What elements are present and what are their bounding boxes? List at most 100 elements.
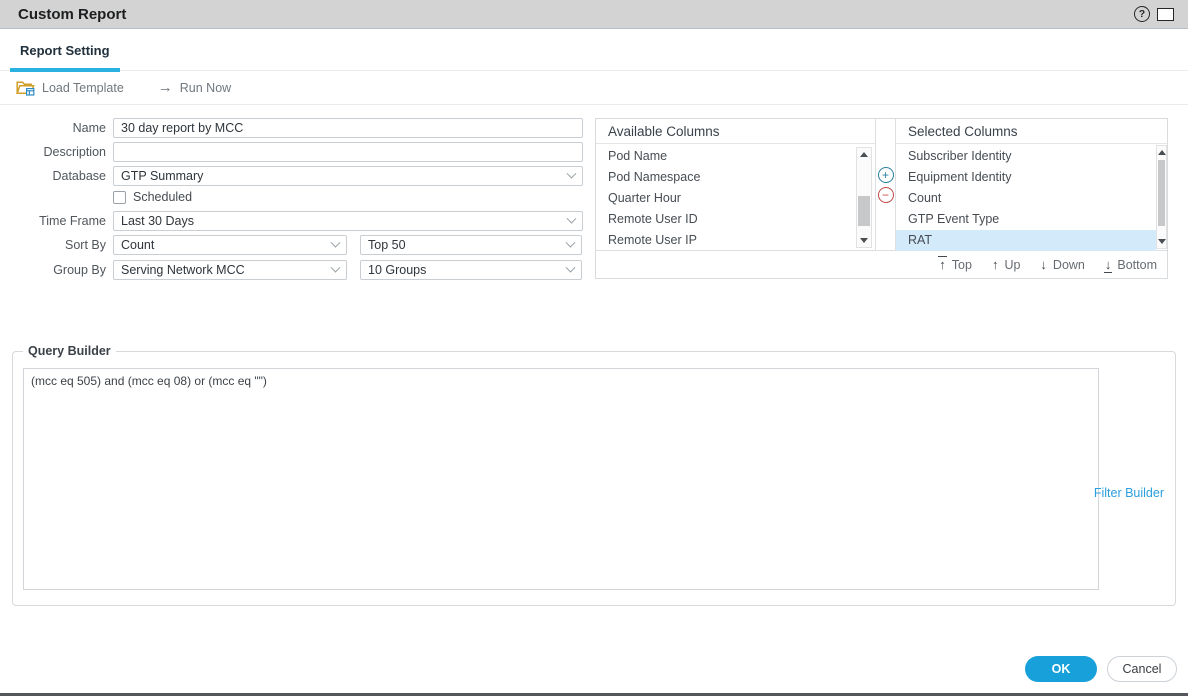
- group-by-limit-value: 10 Groups: [368, 263, 426, 277]
- list-item-selected[interactable]: RAT: [896, 230, 1156, 251]
- dialog-bottom-edge: [0, 693, 1188, 696]
- time-frame-row: Time Frame Last 30 Days: [0, 211, 583, 231]
- chevron-down-icon: [567, 168, 577, 178]
- description-row: Description: [0, 142, 583, 162]
- group-by-select[interactable]: Serving Network MCC: [113, 260, 347, 280]
- window-icon[interactable]: [1157, 8, 1174, 21]
- scroll-up-icon[interactable]: [860, 152, 868, 157]
- dialog-title: Custom Report: [18, 6, 126, 23]
- scheduled-label: Scheduled: [133, 190, 192, 204]
- sort-by-label: Sort By: [0, 238, 113, 252]
- list-item[interactable]: Subscriber Identity: [896, 146, 1156, 167]
- scroll-down-icon[interactable]: [1158, 239, 1166, 244]
- move-bottom-label: Bottom: [1117, 258, 1157, 272]
- column-transfer-controls: + −: [876, 119, 896, 250]
- name-label: Name: [0, 121, 113, 135]
- scroll-down-icon[interactable]: [860, 238, 868, 243]
- query-text: (mcc eq 505) and (mcc eq 08) or (mcc eq …: [31, 374, 267, 388]
- scheduled-checkbox[interactable]: [113, 191, 126, 204]
- reorder-toolbar: ↑ Top ↑ Up ↓ Down ↓ Bottom: [596, 250, 1167, 278]
- group-by-row: Group By Serving Network MCC 10 Groups: [0, 260, 582, 280]
- move-down-button[interactable]: ↓ Down: [1040, 256, 1084, 273]
- available-columns-scrollbar[interactable]: [856, 147, 872, 248]
- filter-builder-link[interactable]: Filter Builder: [1094, 486, 1164, 500]
- plus-circle-icon[interactable]: +: [878, 167, 894, 183]
- query-builder-legend: Query Builder: [23, 344, 116, 358]
- selected-columns-pane: Selected Columns Subscriber Identity Equ…: [896, 119, 1167, 250]
- titlebar: Custom Report ?: [0, 0, 1188, 29]
- selected-columns-list: Subscriber Identity Equipment Identity C…: [896, 144, 1167, 251]
- cancel-button[interactable]: Cancel: [1107, 656, 1177, 682]
- name-value: 30 day report by MCC: [121, 121, 243, 135]
- move-up-label: Up: [1004, 258, 1020, 272]
- minus-circle-icon[interactable]: −: [878, 187, 894, 203]
- load-template-button[interactable]: Load Template: [16, 80, 124, 96]
- run-now-button[interactable]: → Run Now: [158, 80, 231, 95]
- chevron-down-icon: [331, 262, 341, 272]
- move-down-label: Down: [1053, 258, 1085, 272]
- chevron-down-icon: [566, 262, 576, 272]
- scrollbar-thumb[interactable]: [1158, 160, 1165, 226]
- sort-by-value: Count: [121, 238, 154, 252]
- toolbar: Load Template → Run Now: [0, 71, 1188, 105]
- scheduled-row: Scheduled: [0, 190, 192, 204]
- chevron-down-icon: [331, 237, 341, 247]
- tab-report-setting-label: Report Setting: [20, 43, 110, 58]
- move-up-button[interactable]: ↑ Up: [992, 256, 1020, 273]
- sort-by-select[interactable]: Count: [113, 235, 347, 255]
- custom-report-dialog: Custom Report ? Report Setting Load Temp…: [0, 0, 1188, 700]
- help-glyph: ?: [1139, 8, 1145, 20]
- ok-button[interactable]: OK: [1025, 656, 1097, 682]
- group-by-limit-select[interactable]: 10 Groups: [360, 260, 582, 280]
- scroll-up-icon[interactable]: [1158, 150, 1166, 155]
- tab-bar: Report Setting: [0, 29, 1188, 71]
- chevron-down-icon: [566, 237, 576, 247]
- description-label: Description: [0, 145, 113, 159]
- scrollbar-thumb[interactable]: [858, 196, 870, 226]
- time-frame-select[interactable]: Last 30 Days: [113, 211, 583, 231]
- available-columns-list: Pod Name Pod Namespace Quarter Hour Remo…: [596, 144, 875, 251]
- move-top-button[interactable]: ↑ Top: [939, 256, 972, 273]
- help-icon[interactable]: ?: [1134, 6, 1150, 22]
- arrow-right-icon: →: [158, 80, 173, 95]
- sort-by-limit-value: Top 50: [368, 238, 406, 252]
- list-item[interactable]: Remote User IP: [596, 230, 875, 251]
- selected-columns-header: Selected Columns: [896, 119, 1167, 144]
- tab-report-setting[interactable]: Report Setting: [10, 43, 120, 70]
- arrow-to-top-icon: ↑: [939, 256, 946, 273]
- database-row: Database GTP Summary: [0, 166, 583, 186]
- sort-by-limit-select[interactable]: Top 50: [360, 235, 582, 255]
- available-columns-pane: Available Columns Pod Name Pod Namespace…: [596, 119, 876, 250]
- name-row: Name 30 day report by MCC: [0, 118, 583, 138]
- move-bottom-button[interactable]: ↓ Bottom: [1105, 256, 1157, 273]
- load-template-label: Load Template: [42, 81, 124, 95]
- sort-by-row: Sort By Count Top 50: [0, 235, 582, 255]
- name-input[interactable]: 30 day report by MCC: [113, 118, 583, 138]
- query-input[interactable]: (mcc eq 505) and (mcc eq 08) or (mcc eq …: [23, 368, 1099, 590]
- database-select[interactable]: GTP Summary: [113, 166, 583, 186]
- arrow-up-icon: ↑: [992, 256, 999, 273]
- run-now-label: Run Now: [180, 81, 231, 95]
- list-item[interactable]: Count: [896, 188, 1156, 209]
- list-item[interactable]: Equipment Identity: [896, 167, 1156, 188]
- query-builder-section: Query Builder (mcc eq 505) and (mcc eq 0…: [12, 344, 1176, 606]
- description-input[interactable]: [113, 142, 583, 162]
- group-by-label: Group By: [0, 263, 113, 277]
- arrow-down-icon: ↓: [1040, 256, 1047, 273]
- list-item[interactable]: Remote User ID: [596, 209, 875, 230]
- available-columns-header: Available Columns: [596, 119, 875, 144]
- group-by-value: Serving Network MCC: [121, 263, 245, 277]
- list-item[interactable]: Pod Name: [596, 146, 875, 167]
- columns-panel: Available Columns Pod Name Pod Namespace…: [595, 118, 1168, 279]
- time-frame-value: Last 30 Days: [121, 214, 194, 228]
- database-label: Database: [0, 169, 113, 183]
- list-item[interactable]: GTP Event Type: [896, 209, 1156, 230]
- arrow-to-bottom-icon: ↓: [1105, 256, 1112, 273]
- time-frame-label: Time Frame: [0, 214, 113, 228]
- folder-icon: [16, 80, 35, 96]
- database-value: GTP Summary: [121, 169, 203, 183]
- list-item[interactable]: Pod Namespace: [596, 167, 875, 188]
- list-item[interactable]: Quarter Hour: [596, 188, 875, 209]
- move-top-label: Top: [952, 258, 972, 272]
- selected-columns-scrollbar[interactable]: [1156, 145, 1167, 249]
